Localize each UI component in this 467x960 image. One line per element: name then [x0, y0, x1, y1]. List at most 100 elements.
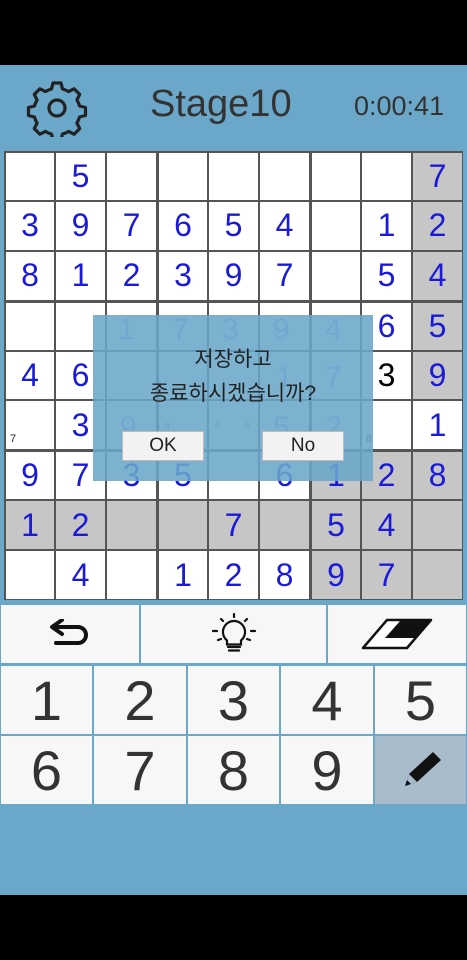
- key-3[interactable]: 3: [188, 666, 279, 734]
- board-cell[interactable]: [362, 153, 411, 200]
- board-cell[interactable]: [413, 501, 462, 550]
- pencil-icon: [404, 752, 441, 786]
- board-cell[interactable]: [107, 153, 156, 200]
- cell-value: 5: [71, 157, 90, 194]
- cell-value: 9: [327, 556, 345, 593]
- board-cell[interactable]: [312, 201, 360, 250]
- bottom-area: [0, 805, 467, 895]
- undo-button[interactable]: [1, 605, 139, 663]
- cell-value: 6: [377, 307, 396, 344]
- game-screen: Stage10 0:00:41 573976541281239754654639…: [0, 65, 467, 895]
- erase-button[interactable]: [328, 605, 466, 663]
- cell-value: 5: [224, 207, 243, 244]
- board-cell[interactable]: [209, 153, 258, 200]
- board-cell[interactable]: 8: [6, 251, 54, 300]
- board-cell[interactable]: 7: [413, 153, 462, 200]
- cell-value: 9: [224, 257, 243, 294]
- board-cell[interactable]: [6, 153, 54, 200]
- board-cell[interactable]: 9: [312, 551, 360, 599]
- cell-value: 5: [327, 506, 345, 543]
- cell-value: 6: [174, 207, 192, 244]
- board-cell[interactable]: 3: [159, 251, 207, 300]
- board-cell[interactable]: 8: [413, 452, 462, 500]
- cell-value: 7: [122, 207, 141, 244]
- board-cell[interactable]: 4: [6, 351, 54, 400]
- cell-value: 1: [174, 556, 192, 593]
- board-cell[interactable]: 1: [159, 551, 207, 599]
- cell-value: 1: [71, 257, 90, 294]
- cell-note: 7: [10, 433, 17, 446]
- board-cell[interactable]: [260, 153, 309, 200]
- key-4[interactable]: 4: [281, 666, 373, 734]
- board-cell[interactable]: 3: [6, 201, 54, 250]
- board-cell[interactable]: 2: [56, 501, 105, 550]
- hint-button[interactable]: [141, 605, 326, 663]
- board-cell[interactable]: [159, 153, 207, 200]
- cell-value: 8: [428, 457, 447, 494]
- cell-value: 3: [377, 356, 396, 393]
- board-cell[interactable]: 7: [107, 201, 156, 250]
- board-cell[interactable]: 9: [209, 251, 258, 300]
- board-cell[interactable]: 7: [260, 251, 309, 300]
- cell-value: 1: [428, 406, 447, 443]
- board-cell[interactable]: [312, 251, 360, 300]
- board-cell[interactable]: 4: [413, 251, 462, 300]
- key-7[interactable]: 7: [94, 736, 186, 804]
- board-cell[interactable]: 6: [159, 201, 207, 250]
- board-cell[interactable]: [260, 501, 309, 550]
- board-cell[interactable]: 4: [260, 201, 309, 250]
- cell-value: 4: [428, 257, 447, 294]
- board-cell[interactable]: [159, 501, 207, 550]
- board-cell[interactable]: 2: [209, 551, 258, 599]
- board-cell[interactable]: 1: [362, 201, 411, 250]
- board-cell[interactable]: 4: [362, 501, 411, 550]
- key-2[interactable]: 2: [94, 666, 186, 734]
- dialog-message: 저장하고 종료하시겠습니까?: [93, 343, 373, 411]
- dialog-line-1: 저장하고: [194, 348, 272, 371]
- key-8[interactable]: 8: [188, 736, 279, 804]
- board-cell[interactable]: 5: [209, 201, 258, 250]
- board-cell[interactable]: 7: [362, 551, 411, 599]
- board-cell[interactable]: [312, 153, 360, 200]
- cell-value: 4: [377, 506, 396, 543]
- board-cell[interactable]: 7: [209, 501, 258, 550]
- board-cell[interactable]: [107, 501, 156, 550]
- board-cell[interactable]: [413, 551, 462, 599]
- board-cell[interactable]: 5: [312, 501, 360, 550]
- board-cell[interactable]: [6, 551, 54, 599]
- board-cell[interactable]: 2: [107, 251, 156, 300]
- board-cell[interactable]: 9: [56, 201, 105, 250]
- board-cell[interactable]: [107, 551, 156, 599]
- key-9[interactable]: 9: [281, 736, 373, 804]
- key-6[interactable]: 6: [1, 736, 92, 804]
- key-1[interactable]: 1: [1, 666, 92, 734]
- save-exit-dialog: 저장하고 종료하시겠습니까? OK No: [93, 315, 373, 481]
- board-cell[interactable]: 9: [413, 351, 462, 400]
- board-cell[interactable]: 4: [56, 551, 105, 599]
- cell-value: 7: [428, 157, 447, 194]
- ok-button[interactable]: OK: [122, 431, 204, 461]
- board-cell[interactable]: 2: [413, 201, 462, 250]
- board-cell[interactable]: 9: [6, 452, 54, 500]
- board-cell[interactable]: 7: [6, 401, 54, 450]
- undo-icon: [50, 619, 88, 645]
- board-cell[interactable]: 5: [362, 251, 411, 300]
- board-cell[interactable]: 1: [413, 401, 462, 450]
- board-cell[interactable]: [6, 302, 54, 350]
- cell-value: 3: [21, 207, 39, 244]
- dialog-line-2: 종료하시겠습니까?: [149, 382, 317, 405]
- pencil-mode-button[interactable]: [375, 736, 466, 804]
- cell-value: 7: [224, 506, 243, 543]
- no-button[interactable]: No: [262, 431, 344, 461]
- board-cell[interactable]: 5: [56, 153, 105, 200]
- board-cell[interactable]: 8: [260, 551, 309, 599]
- board-cell[interactable]: 1: [6, 501, 54, 550]
- board-cell[interactable]: 1: [56, 251, 105, 300]
- cell-value: 4: [71, 556, 90, 593]
- cell-value: 3: [71, 406, 90, 443]
- key-5[interactable]: 5: [375, 666, 466, 734]
- cell-value: 4: [21, 356, 39, 393]
- board-cell[interactable]: 5: [413, 302, 462, 350]
- cell-value: 9: [71, 207, 90, 244]
- gear-icon[interactable]: [22, 79, 92, 137]
